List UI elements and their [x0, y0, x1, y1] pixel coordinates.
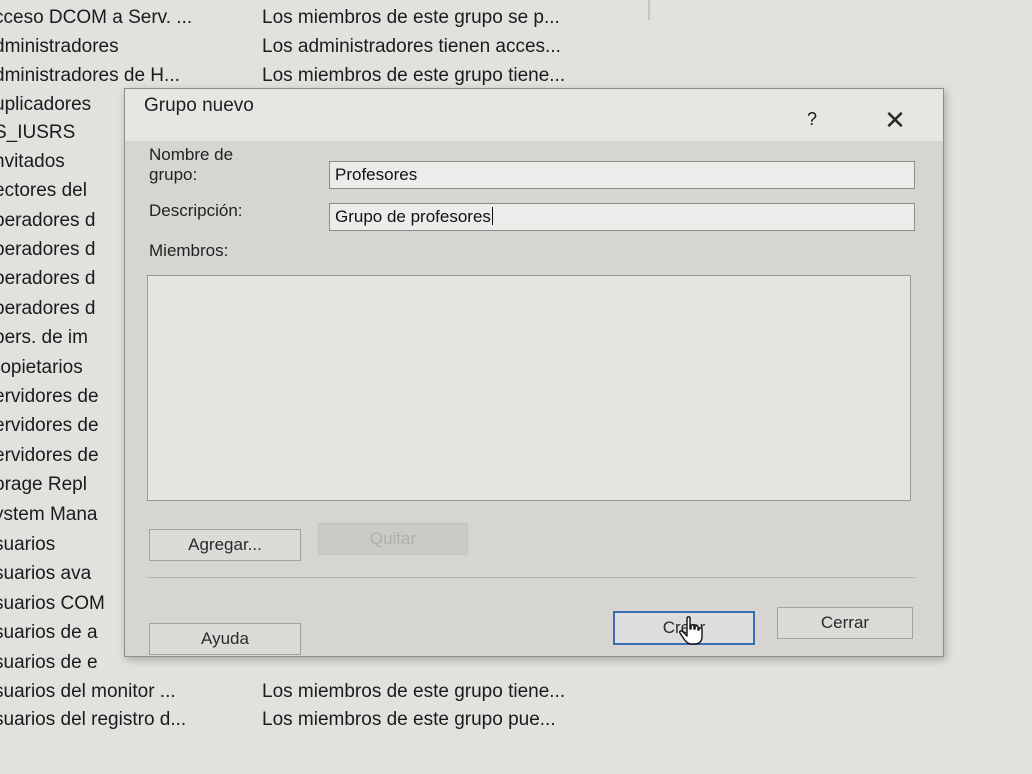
group-description: Los miembros de este grupo se p...: [262, 7, 560, 28]
group-row[interactable]: dministradores Los administradores tienen…: [0, 33, 700, 61]
column-divider: [648, 0, 650, 20]
members-label: Miembros:: [149, 241, 229, 260]
group-name-label-line1: Nombre de: [149, 145, 234, 164]
description-label: Descripción:: [149, 201, 243, 220]
group-description: Los administradores tienen acces...: [262, 36, 561, 57]
group-row[interactable]: dministradores de H... Los miembros de es…: [0, 62, 700, 90]
group-description: Los miembros de este grupo tiene...: [262, 681, 566, 702]
dialog-title: Grupo nuevo: [144, 95, 254, 116]
group-name: suarios del monitor ...: [0, 681, 176, 702]
group-row[interactable]: cceso DCOM a Serv. ... Los miembros de es…: [0, 4, 700, 32]
group-name: cceso DCOM a Serv. ...: [0, 7, 193, 28]
description-value-wrap: Grupo de profesores: [335, 207, 493, 227]
close-icon[interactable]: ✕: [877, 105, 913, 135]
group-name-label: Nombre de grupo:: [149, 145, 233, 185]
group-name: suarios del registro d...: [0, 709, 187, 730]
separator: [147, 577, 915, 578]
help-icon[interactable]: ?: [797, 105, 827, 133]
members-list[interactable]: [147, 275, 911, 501]
description-value: Grupo de profesores: [335, 207, 491, 226]
help-button[interactable]: Ayuda: [149, 623, 301, 655]
group-description: Los miembros de este grupo pue...: [262, 709, 556, 730]
group-name-value: Profesores: [335, 165, 418, 184]
group-description: Los miembros de este grupo tiene...: [262, 65, 566, 86]
group-name: dministradores: [0, 36, 119, 57]
group-name: dministradores de H...: [0, 65, 180, 86]
group-name-label-line2: grupo:: [149, 165, 198, 184]
text-caret: [491, 207, 493, 225]
new-group-dialog: Grupo nuevo ? ✕ Nombre de grupo: Profeso…: [124, 88, 944, 657]
description-field[interactable]: Grupo de profesores: [329, 203, 915, 231]
group-row[interactable]: suarios del monitor ... Los miembros de e…: [0, 678, 700, 706]
group-row[interactable]: suarios del registro d... Los miembros de…: [0, 706, 700, 734]
group-name-field[interactable]: Profesores: [329, 161, 915, 189]
add-button[interactable]: Agregar...: [149, 529, 301, 561]
dialog-titlebar: Grupo nuevo ? ✕: [125, 89, 943, 141]
hand-pointer-icon: [679, 616, 703, 645]
remove-button[interactable]: Quitar: [318, 523, 468, 555]
close-button[interactable]: Cerrar: [777, 607, 913, 639]
